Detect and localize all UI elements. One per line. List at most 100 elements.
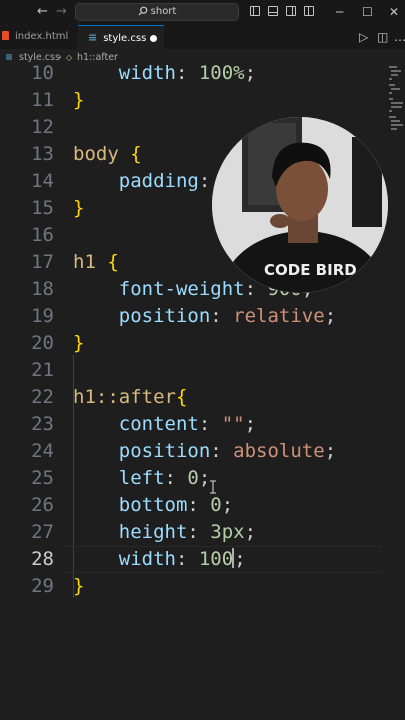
line-number: 16 bbox=[31, 224, 54, 246]
line-number: 29 bbox=[31, 575, 54, 597]
line-number: 26 bbox=[31, 494, 54, 516]
code-line[interactable]: 27 height: 3px; bbox=[0, 519, 405, 546]
code-line[interactable]: 20} bbox=[0, 330, 405, 357]
line-number: 19 bbox=[31, 305, 54, 327]
code-token: ; bbox=[244, 521, 257, 543]
code-line[interactable]: 23 content: ""; bbox=[0, 411, 405, 438]
code-text: content: ""; bbox=[73, 411, 256, 438]
code-token: } bbox=[73, 332, 85, 354]
close-window-icon[interactable]: ✕ bbox=[389, 3, 399, 21]
code-text: h1::after{ bbox=[73, 384, 187, 411]
customize-layout-icon[interactable] bbox=[304, 6, 314, 16]
toggle-secondary-sidebar-icon[interactable] bbox=[286, 6, 296, 16]
search-icon bbox=[138, 6, 147, 16]
run-icon[interactable]: ▷ bbox=[359, 28, 368, 46]
arrow-right-icon[interactable]: → bbox=[56, 3, 67, 21]
code-token: ; bbox=[324, 440, 337, 462]
code-token: : bbox=[198, 170, 211, 192]
code-line[interactable]: 28 width: 100; bbox=[0, 546, 405, 573]
code-line[interactable]: 25 left: 0; bbox=[0, 465, 405, 492]
code-token: 0 bbox=[210, 494, 222, 516]
code-token: bottom bbox=[118, 494, 188, 516]
code-token: font-weight bbox=[118, 278, 245, 300]
code-line[interactable]: 24 position: absolute; bbox=[0, 438, 405, 465]
code-token: h1 bbox=[73, 251, 96, 273]
code-token: ; bbox=[244, 413, 257, 435]
html-file-icon bbox=[2, 31, 9, 40]
tab-index-html[interactable]: index.html bbox=[0, 25, 78, 49]
code-token: : bbox=[187, 521, 211, 543]
code-token: : bbox=[175, 62, 199, 84]
arrow-left-icon[interactable]: ← bbox=[37, 3, 48, 21]
code-text: } bbox=[73, 195, 84, 222]
code-token: height bbox=[118, 521, 188, 543]
code-token: { bbox=[130, 143, 142, 165]
line-number: 28 bbox=[31, 548, 54, 570]
code-line[interactable]: 29} bbox=[0, 573, 405, 600]
unsaved-dot-icon[interactable] bbox=[150, 35, 157, 42]
code-token: 100% bbox=[198, 62, 245, 84]
code-token: content bbox=[118, 413, 199, 435]
code-token: relative bbox=[233, 305, 325, 327]
search-text: short bbox=[150, 6, 177, 17]
command-center-search[interactable]: short bbox=[75, 3, 239, 21]
code-token: left bbox=[118, 467, 165, 489]
line-number: 11 bbox=[31, 89, 54, 111]
code-token: ; bbox=[221, 494, 234, 516]
code-token: h1::after bbox=[73, 386, 176, 408]
minimize-icon[interactable]: ─ bbox=[336, 3, 343, 21]
code-line[interactable]: 26 bottom: 0; bbox=[0, 492, 405, 519]
line-number: 15 bbox=[31, 197, 54, 219]
line-number: 13 bbox=[31, 143, 54, 165]
code-line[interactable]: 11} bbox=[0, 87, 405, 114]
code-text: h1 { bbox=[73, 249, 119, 276]
code-token: : bbox=[164, 467, 188, 489]
code-token: } bbox=[73, 575, 85, 597]
minimap[interactable] bbox=[385, 62, 405, 142]
editor-tab-bar: index.html ≡ style.css ▷ ◫ … bbox=[0, 25, 405, 49]
line-number: 25 bbox=[31, 467, 54, 489]
code-text: } bbox=[73, 573, 84, 600]
tab-label: index.html bbox=[15, 31, 69, 42]
line-number: 23 bbox=[31, 413, 54, 435]
webcam-overlay: CODE BIRD bbox=[212, 117, 388, 293]
shirt-text: CODE BIRD bbox=[264, 261, 357, 279]
line-number: 27 bbox=[31, 521, 54, 543]
code-token: : bbox=[210, 440, 234, 462]
code-line[interactable]: 21 bbox=[0, 357, 405, 384]
code-line[interactable]: 22 h1::after{ bbox=[0, 384, 405, 411]
toggle-panel-icon[interactable] bbox=[268, 6, 278, 16]
code-text: left: 0; bbox=[73, 465, 211, 492]
code-token: { bbox=[175, 386, 188, 408]
css-file-icon: ≡ bbox=[88, 31, 98, 44]
code-text: padding: bbox=[73, 168, 211, 195]
code-token: position bbox=[118, 305, 211, 327]
code-token: ; bbox=[234, 548, 246, 570]
code-token: ; bbox=[244, 62, 257, 84]
maximize-icon[interactable]: ☐ bbox=[362, 3, 373, 21]
code-token: width bbox=[118, 548, 176, 570]
toggle-primary-sidebar-icon[interactable] bbox=[250, 6, 260, 16]
more-actions-icon[interactable]: … bbox=[394, 28, 405, 46]
line-number: 14 bbox=[31, 170, 54, 192]
code-text: width: 100%; bbox=[73, 60, 256, 87]
code-token: : bbox=[187, 494, 211, 516]
tab-label: style.css bbox=[103, 33, 147, 44]
code-token: : bbox=[210, 305, 234, 327]
code-line[interactable]: 10 width: 100%; bbox=[0, 60, 405, 87]
tab-style-css[interactable]: ≡ style.css bbox=[78, 25, 164, 49]
line-number: 10 bbox=[31, 62, 54, 84]
code-line[interactable]: 19 position: relative; bbox=[0, 303, 405, 330]
split-editor-icon[interactable]: ◫ bbox=[377, 28, 388, 46]
code-text: position: relative; bbox=[73, 303, 336, 330]
code-token: 100 bbox=[198, 548, 234, 570]
code-token: { bbox=[107, 251, 119, 273]
code-text: } bbox=[73, 87, 84, 114]
code-text: bottom: 0; bbox=[73, 492, 233, 519]
